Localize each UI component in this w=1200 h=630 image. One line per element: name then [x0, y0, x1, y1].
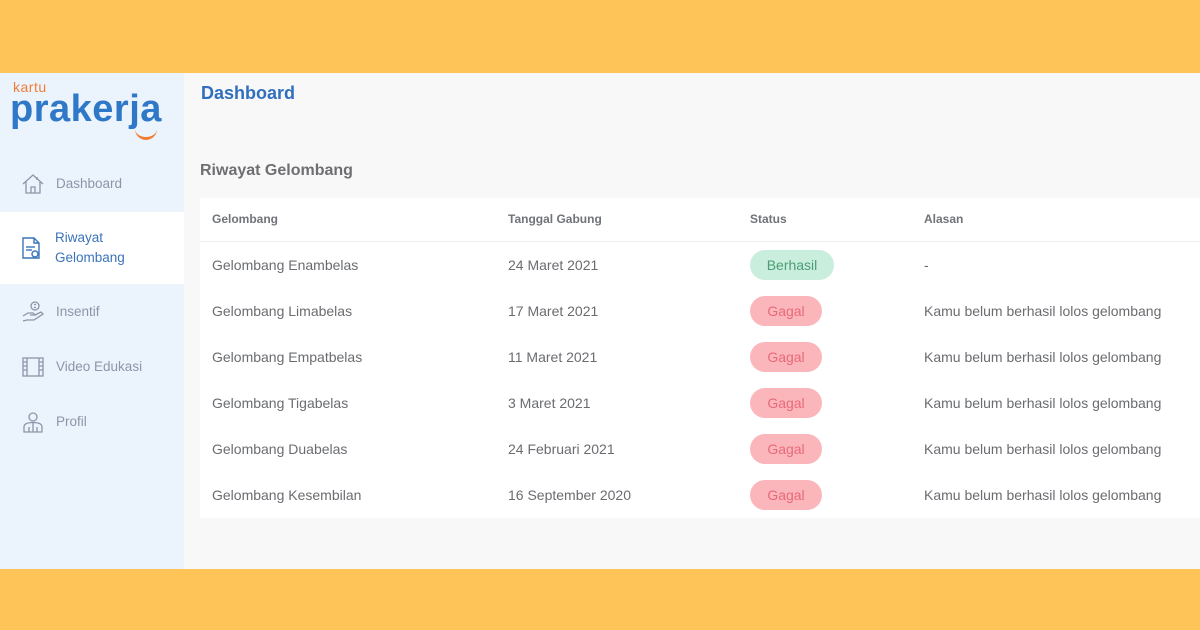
table-row: Gelombang Tigabelas 3 Maret 2021 Gagal K… [200, 381, 1200, 427]
column-header-gelombang: Gelombang [212, 212, 279, 226]
cell-gelombang: Gelombang Kesembilan [212, 487, 362, 503]
sidebar-item-video-edukasi[interactable]: Video Edukasi [0, 340, 184, 394]
sidebar-item-label: Profil [56, 414, 87, 429]
logo-smile-mark [135, 123, 157, 140]
cell-alasan: Kamu belum berhasil lolos gelombang [924, 441, 1162, 457]
cell-alasan: Kamu belum berhasil lolos gelombang [924, 303, 1162, 319]
sidebar-item-label: Video Edukasi [56, 359, 143, 374]
column-header-tanggal: Tanggal Gabung [508, 212, 602, 226]
table-row: Gelombang Enambelas 24 Maret 2021 Berhas… [200, 243, 1200, 289]
history-table: Gelombang Tanggal Gabung Status Alasan G… [200, 198, 1200, 518]
cell-tanggal: 24 Maret 2021 [508, 257, 599, 273]
cell-tanggal: 17 Maret 2021 [508, 303, 599, 319]
cell-alasan: Kamu belum berhasil lolos gelombang [924, 395, 1162, 411]
cell-gelombang: Gelombang Enambelas [212, 257, 359, 273]
user-icon [21, 410, 45, 434]
status-badge-fail: Gagal [750, 480, 822, 510]
table-row: Gelombang Duabelas 24 Februari 2021 Gaga… [200, 427, 1200, 473]
sidebar-item-insentif[interactable]: Insentif [0, 285, 184, 339]
status-badge-fail: Gagal [750, 434, 822, 464]
sidebar-item-label: Insentif [56, 304, 100, 319]
column-header-alasan: Alasan [924, 212, 964, 226]
sidebar-item-label: Dashboard [56, 176, 123, 191]
table-row: Gelombang Empatbelas 11 Maret 2021 Gagal… [200, 335, 1200, 381]
table-row: Gelombang Kesembilan 16 September 2020 G… [200, 473, 1200, 519]
cell-tanggal: 16 September 2020 [508, 487, 631, 503]
sidebar-item-label: Riwayat Gelombang [55, 230, 125, 265]
section-title: Riwayat Gelombang [200, 162, 353, 179]
column-header-status: Status [750, 212, 787, 226]
cell-gelombang: Gelombang Duabelas [212, 441, 348, 457]
table-header: Gelombang Tanggal Gabung Status Alasan [200, 198, 1200, 242]
sidebar-item-dashboard[interactable]: Dashboard [0, 157, 184, 211]
sidebar: kartu prakerja Dashboard Riwayat Gelomba… [0, 73, 184, 569]
prakerja-logo[interactable]: kartu prakerja [10, 79, 175, 143]
cell-tanggal: 11 Maret 2021 [508, 349, 598, 365]
cell-gelombang: Gelombang Empatbelas [212, 349, 363, 365]
money-hand-icon [21, 300, 45, 324]
film-icon [21, 355, 45, 379]
status-badge-success: Berhasil [750, 250, 834, 280]
document-icon [19, 236, 43, 260]
page-title: Dashboard [201, 83, 296, 103]
cell-alasan: - [924, 257, 929, 273]
home-icon [21, 172, 45, 196]
cell-alasan: Kamu belum berhasil lolos gelombang [924, 349, 1162, 365]
cell-gelombang: Gelombang Tigabelas [212, 395, 349, 411]
status-badge-fail: Gagal [750, 342, 822, 372]
cell-tanggal: 3 Maret 2021 [508, 395, 591, 411]
status-badge-fail: Gagal [750, 388, 822, 418]
sidebar-item-profil[interactable]: Profil [0, 395, 184, 449]
table-row: Gelombang Limabelas 17 Maret 2021 Gagal … [200, 289, 1200, 335]
app-window: kartu prakerja Dashboard Riwayat Gelomba… [0, 73, 1200, 569]
status-badge-fail: Gagal [750, 296, 822, 326]
cell-alasan: Kamu belum berhasil lolos gelombang [924, 487, 1162, 503]
cell-gelombang: Gelombang Limabelas [212, 303, 353, 319]
sidebar-item-riwayat-gelombang[interactable]: Riwayat Gelombang [0, 212, 184, 284]
cell-tanggal: 24 Februari 2021 [508, 441, 615, 457]
